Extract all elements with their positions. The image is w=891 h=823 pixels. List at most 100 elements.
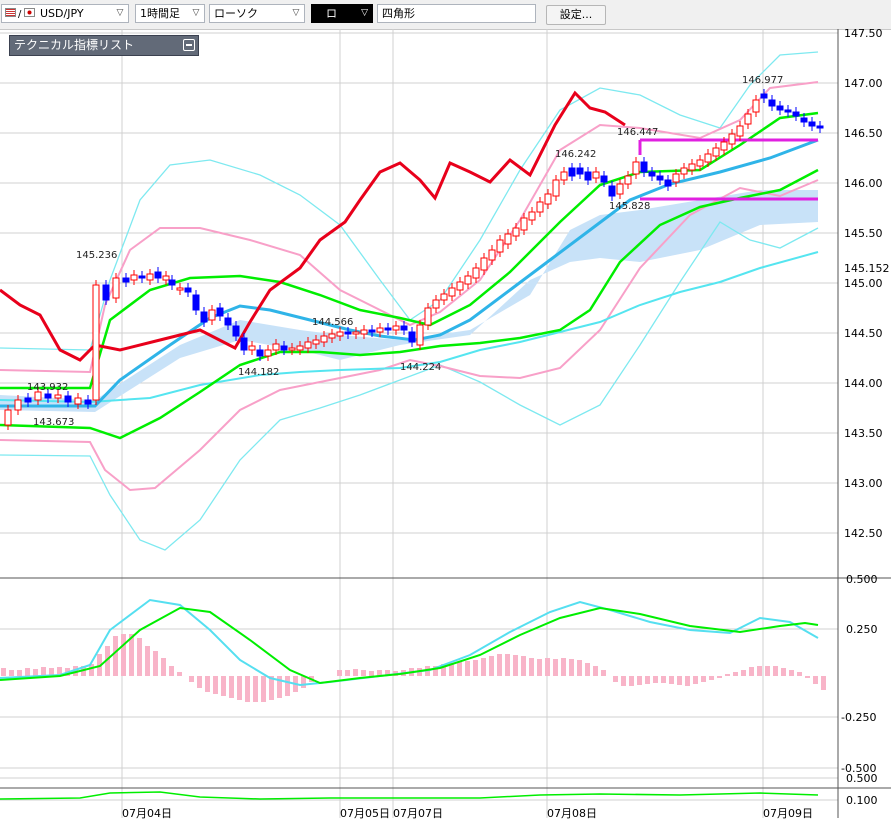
candle-body: [138, 275, 146, 279]
annotation-mid-1: 143.932: [27, 382, 68, 393]
time-tick: 07月08日: [547, 807, 597, 820]
candle-body: [472, 267, 480, 279]
candle-body: [784, 109, 792, 113]
candle-body: [544, 193, 552, 205]
candle-body: [712, 147, 720, 157]
candle-body: [680, 167, 688, 175]
separator-icon: /: [18, 9, 22, 20]
color-select[interactable]: ロ ▽: [311, 4, 373, 23]
candle-body: [552, 179, 560, 197]
histogram-bar: [637, 676, 642, 685]
candle-body: [600, 175, 608, 183]
price-tick: 142.50: [844, 527, 883, 540]
histogram-bar: [677, 676, 682, 685]
histogram-bar: [253, 676, 258, 702]
histogram-bar: [489, 656, 494, 676]
technical-indicator-list-panel[interactable]: テクニカル指標リスト: [9, 35, 199, 56]
histogram-bar: [621, 676, 626, 686]
histogram-bar: [9, 670, 14, 676]
candle-body: [154, 271, 162, 279]
chevron-down-icon: ▽: [292, 8, 300, 18]
candle-body: [736, 125, 744, 137]
candle-body: [360, 329, 368, 335]
histogram-bar: [245, 676, 250, 702]
histogram-bar: [33, 669, 38, 676]
histogram-bar: [113, 636, 118, 676]
candle-body: [616, 183, 624, 195]
histogram-bar: [585, 663, 590, 676]
panel-title: テクニカル指標リスト: [14, 38, 135, 52]
candle-body: [368, 329, 376, 333]
histogram-bar: [601, 670, 606, 676]
indicator-tick: -0.250: [841, 711, 876, 724]
us-flag-icon: [5, 8, 16, 17]
annotation-low-1: 143.673: [33, 417, 74, 428]
histogram-bar: [629, 676, 634, 686]
drawing-tool-select[interactable]: 四角形: [377, 4, 536, 23]
candle-body: [776, 105, 784, 111]
candle-body: [192, 294, 200, 311]
candle-body: [696, 159, 704, 167]
drawing-tool-label: 四角形: [382, 7, 415, 20]
histogram-bar: [561, 658, 566, 676]
histogram-bar: [213, 676, 218, 694]
candle-body: [224, 317, 232, 326]
histogram-bar: [137, 638, 142, 676]
histogram-bar: [205, 676, 210, 692]
candle-body: [34, 391, 42, 401]
histogram-bar: [805, 676, 810, 678]
symbol-label: USD/JPY: [40, 7, 84, 20]
candle-body: [792, 111, 800, 117]
price-tick: 145.50: [844, 227, 883, 240]
current-price-label: 145.152: [844, 262, 890, 275]
bollinger-inner: [0, 81, 819, 492]
chart-area[interactable]: 145.236 143.932 143.673 144.182 144.566 …: [0, 29, 891, 823]
histogram-bar: [577, 660, 582, 676]
annotation-low-4: 145.828: [609, 201, 650, 212]
price-tick: 144.00: [844, 377, 883, 390]
histogram-bar: [457, 662, 462, 676]
candle-body: [4, 409, 12, 426]
price-tick: 146.50: [844, 127, 883, 140]
histogram-bar: [701, 676, 706, 682]
candle-body: [232, 325, 240, 337]
candle-body: [320, 335, 328, 343]
histogram-bar: [337, 670, 342, 676]
candle-body: [122, 277, 130, 283]
histogram-bar: [741, 670, 746, 676]
price-tick: 143.50: [844, 427, 883, 440]
price-tick: 144.50: [844, 327, 883, 340]
histogram-bar: [197, 676, 202, 688]
candle-body: [624, 175, 632, 185]
bottom-tick: 0.100: [846, 794, 878, 807]
annotation-high-4: 146.977: [742, 75, 783, 86]
candle-body: [74, 397, 82, 405]
time-tick: 07月07日: [393, 807, 443, 820]
histogram-bar: [177, 672, 182, 676]
chart-type-select[interactable]: ローソク ▽: [209, 4, 305, 23]
candle-body: [608, 185, 616, 197]
indicator-tick: 0.250: [846, 623, 878, 636]
chart-type-label: ローソク: [214, 7, 258, 20]
settings-button[interactable]: 設定...: [546, 5, 606, 25]
histogram-bar: [537, 659, 542, 676]
minimize-icon[interactable]: [183, 39, 195, 51]
histogram-bar: [693, 676, 698, 684]
candle-body: [272, 343, 280, 351]
interval-select[interactable]: 1時間足 ▽: [135, 4, 205, 23]
histogram-bar: [645, 676, 650, 684]
histogram-bar: [593, 666, 598, 676]
histogram-bar: [153, 651, 158, 676]
candle-body: [456, 281, 464, 291]
price-tick: 147.50: [844, 29, 883, 40]
candle-body: [536, 201, 544, 213]
histogram-bar: [569, 659, 574, 676]
symbol-select[interactable]: / USD/JPY ▽: [1, 4, 129, 23]
candle-body: [162, 275, 170, 281]
histogram-bar: [709, 676, 714, 680]
histogram-bar: [521, 656, 526, 676]
candle-body: [704, 153, 712, 163]
candle-body: [400, 325, 408, 331]
candle-body: [800, 117, 808, 123]
histogram-bar: [613, 676, 618, 682]
